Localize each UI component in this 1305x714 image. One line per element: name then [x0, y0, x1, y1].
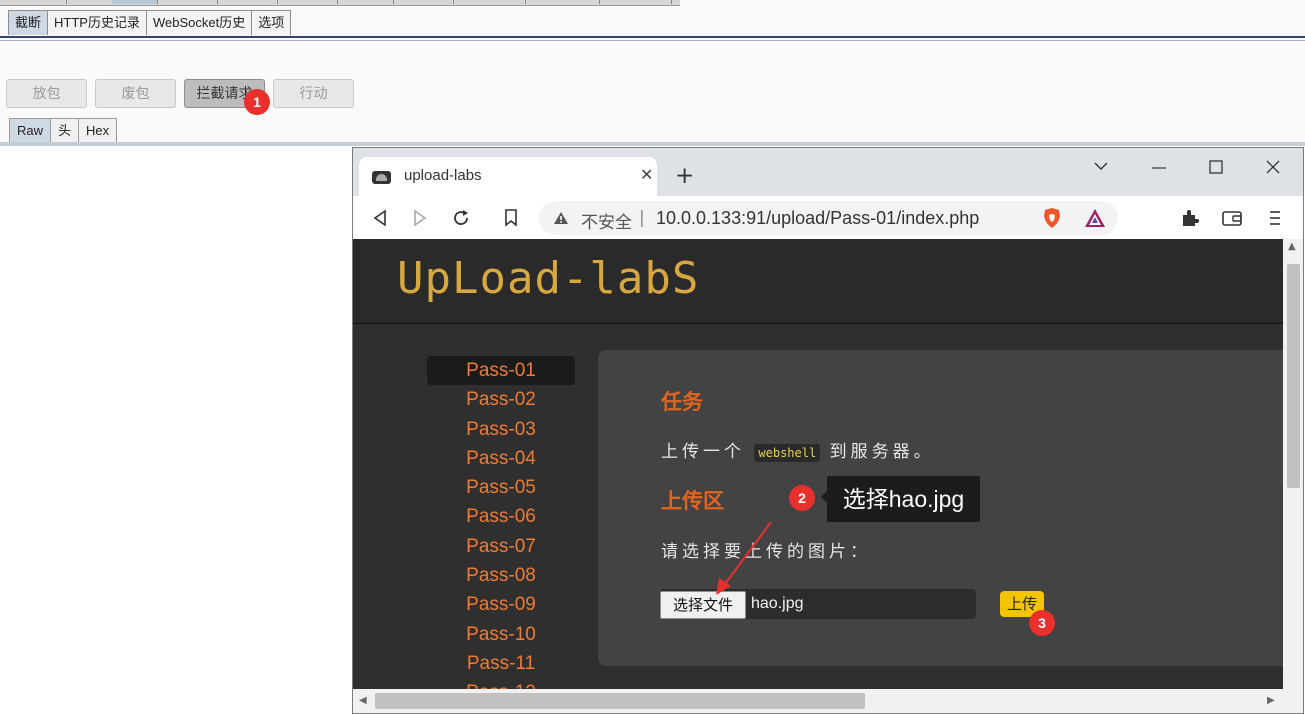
- annotation-tooltip: 选择hao.jpg: [827, 476, 980, 522]
- annotation-badge-2: 2: [789, 485, 815, 511]
- annotation-arrow-layer: [716, 491, 827, 595]
- annotation-badge-3: 3: [1029, 610, 1055, 636]
- annotation-arrow-line: [724, 521, 772, 585]
